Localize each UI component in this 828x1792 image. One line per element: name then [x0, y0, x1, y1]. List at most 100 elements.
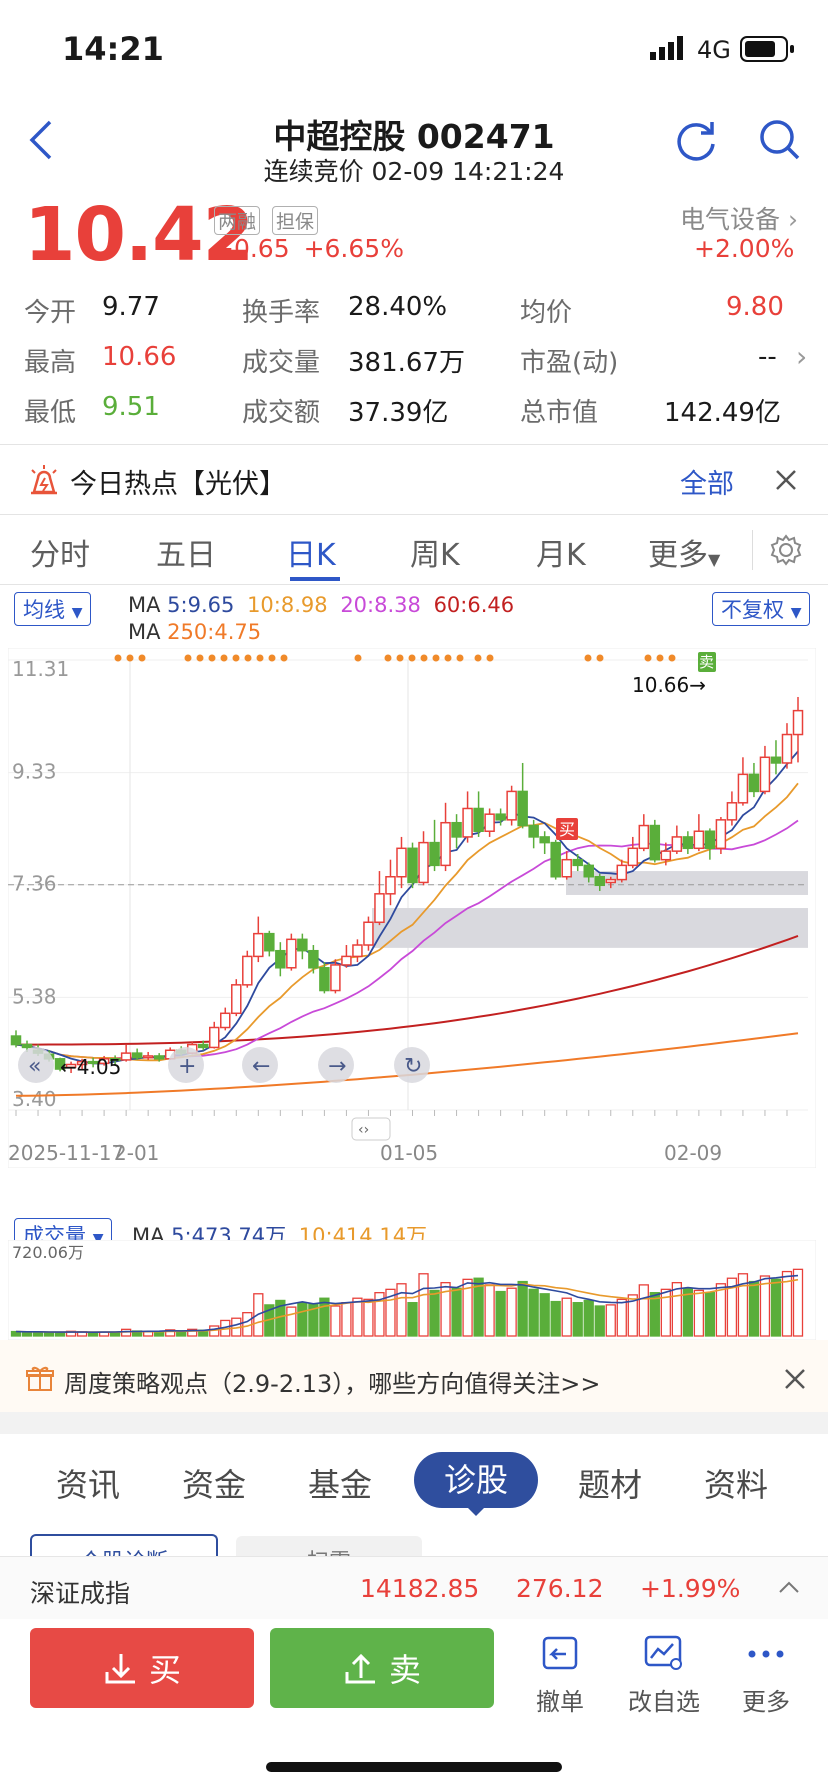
ma-prefix: MA [128, 620, 161, 644]
candle [418, 841, 429, 884]
download-arrow-icon [105, 1654, 135, 1684]
adjust-selector[interactable]: 不复权 ▼ [712, 592, 811, 626]
signal-dot [220, 654, 228, 662]
kline-chart[interactable]: 11.31 9.33 7.36 5.38 3.40 10.66→ ←4.05 买 卖 2025-1… [8, 648, 816, 1168]
volume-bar [572, 1302, 583, 1337]
x-axis-label: 2025-11-17 [8, 1141, 124, 1165]
buy-label: 买 [148, 1651, 181, 1689]
candle [153, 1055, 165, 1060]
sell-marker-label: 卖 [699, 653, 714, 671]
tab-five-day[interactable]: 五日 [156, 530, 216, 574]
candle [330, 964, 341, 992]
index-change: 276.12 [516, 1574, 604, 1603]
signal-dot [420, 654, 428, 662]
index-percent: +1.99% [640, 1574, 741, 1603]
volume-bar [506, 1287, 517, 1337]
turnover-value: 28.40% [348, 292, 448, 322]
tab-daily-k[interactable]: 日K [286, 530, 336, 574]
ma20-value: 20:8.38 [340, 593, 421, 617]
candle [748, 773, 760, 793]
search-icon[interactable] [758, 118, 802, 162]
candle [660, 850, 672, 861]
close-icon[interactable] [774, 468, 798, 492]
tab-more-label: 更多 [648, 538, 708, 573]
cancel-order-button[interactable] [528, 1634, 592, 1672]
candle [10, 1035, 22, 1046]
avg-price-value: 9.80 [726, 292, 784, 322]
ma60-value: 60:6.46 [433, 593, 515, 617]
hot-topic-text[interactable]: 今日热点【光伏】 [70, 462, 286, 501]
edit-watchlist-button[interactable] [628, 1634, 700, 1672]
tab-funds[interactable]: 基金 [308, 1460, 372, 1506]
candle [682, 836, 694, 850]
tab-more[interactable]: 更多▼ [648, 530, 720, 574]
battery-icon [740, 36, 794, 62]
candle [594, 876, 605, 887]
candle [550, 841, 561, 878]
signal-dot [244, 654, 252, 662]
signal-dot [126, 654, 134, 662]
low-price-label: ←4.05 [60, 1055, 121, 1079]
signal-dot [232, 654, 240, 662]
hot-topic-all-link[interactable]: 全部 [680, 462, 734, 501]
volume-bar [418, 1273, 429, 1337]
volume-bar [748, 1280, 760, 1337]
active-tab-pointer [466, 1506, 486, 1516]
candle [396, 847, 407, 878]
guarantee-tag: 担保 [272, 206, 319, 235]
x-axis-label: 02-09 [664, 1141, 722, 1165]
volume-bar [616, 1298, 627, 1337]
volume-bar [43, 1332, 55, 1337]
signal-dot [208, 654, 216, 662]
close-icon[interactable] [784, 1368, 806, 1390]
sell-button[interactable]: 卖 [270, 1628, 494, 1708]
caret-down-icon: ▼ [708, 550, 721, 569]
industry-name: 电气设备 [680, 205, 781, 234]
caret-down-icon: ▼ [71, 605, 83, 621]
chevron-right-icon[interactable]: › [796, 340, 807, 373]
candle [605, 878, 617, 884]
volume-bar [792, 1268, 804, 1337]
divider [0, 584, 828, 585]
y-tick-label: 7.36 [12, 872, 57, 896]
volume-bar [352, 1297, 363, 1337]
refresh-icon[interactable] [674, 118, 718, 162]
tab-diagnosis[interactable]: 诊股 [414, 1452, 538, 1508]
signal-dot [456, 654, 464, 662]
tab-funds-flow[interactable]: 资金 [182, 1460, 246, 1506]
industry-link[interactable]: 电气设备 › [680, 200, 798, 236]
chevron-up-icon[interactable] [778, 1580, 800, 1594]
section-gap [0, 1412, 828, 1434]
cancel-order-icon [542, 1636, 578, 1670]
signal-dot [644, 654, 652, 662]
scroll-right-button-glyph: → [328, 1054, 346, 1079]
tab-monthly-k[interactable]: 月K [536, 530, 586, 574]
tab-news[interactable]: 资讯 [56, 1460, 120, 1506]
signal-dot [138, 654, 146, 662]
candle [197, 1043, 209, 1049]
candle [528, 824, 539, 838]
candle [473, 807, 484, 832]
candle [649, 824, 661, 861]
divider [752, 530, 753, 570]
signal-dot [486, 654, 494, 662]
buy-button[interactable]: 买 [30, 1628, 254, 1708]
tab-topics[interactable]: 题材 [578, 1460, 642, 1506]
status-time: 14:21 [62, 30, 164, 68]
candle [363, 921, 374, 946]
alarm-icon [31, 465, 57, 495]
tab-profile[interactable]: 资料 [704, 1460, 768, 1506]
news-text[interactable]: 周度策略观点（2.9-2.13），哪些方向值得关注>> [64, 1364, 600, 1399]
y-tick-label: 5.38 [12, 984, 57, 1008]
more-button[interactable] [738, 1634, 794, 1672]
tab-intraday[interactable]: 分时 [30, 530, 90, 574]
candle [142, 1055, 154, 1059]
gear-icon[interactable] [770, 534, 802, 566]
volume-bar [363, 1298, 374, 1337]
tab-weekly-k[interactable]: 周K [410, 530, 460, 574]
avg-price-label: 均价 [520, 298, 573, 328]
ma-selector[interactable]: 均线 ▼ [14, 592, 92, 626]
volume-chart[interactable]: 720.06万 [8, 1240, 816, 1340]
y-tick-label: 11.31 [12, 657, 69, 681]
candle [616, 864, 628, 881]
